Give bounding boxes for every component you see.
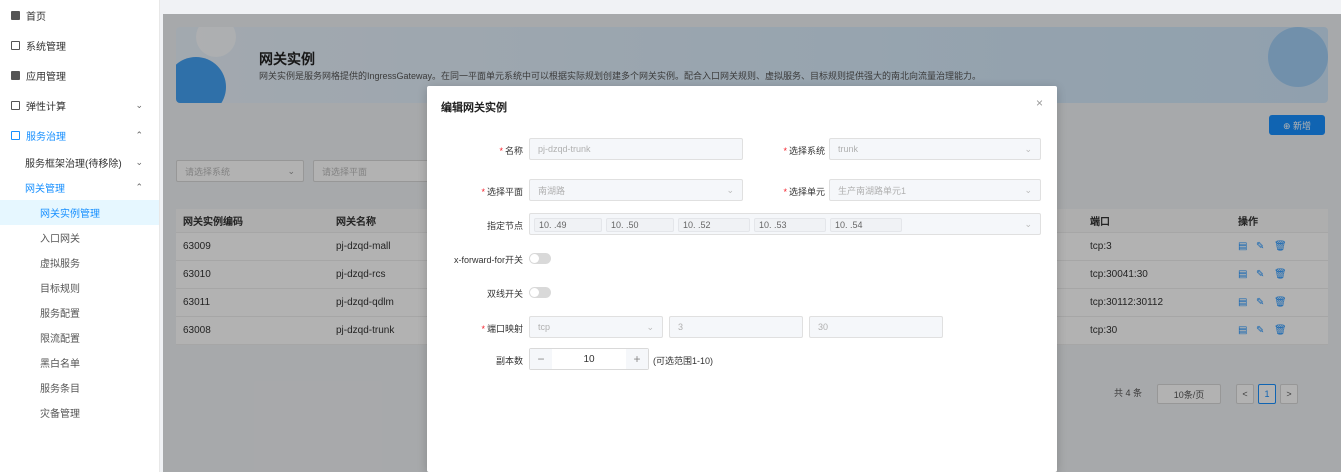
node-tag[interactable]: 10. .53 (754, 218, 826, 232)
toggle-knob (530, 288, 539, 297)
sidebar-item-rate-limit[interactable]: 限流配置 (0, 325, 159, 350)
nodes-label: 指定节点 (486, 221, 523, 231)
name-field[interactable]: pj-dzqd-trunk (529, 138, 743, 160)
sidebar-item-gateway-instance[interactable]: 网关实例管理 (0, 200, 159, 225)
node-tag[interactable]: 10. .49 (534, 218, 602, 232)
xff-label: x-forward-for开关 (453, 255, 523, 265)
sidebar-item-label: 服务治理 (26, 131, 66, 143)
dual-label: 双线开关 (486, 289, 523, 299)
sidebar-item-system[interactable]: 系统管理 (0, 30, 159, 60)
modal-title: 编辑网关实例 (441, 102, 507, 114)
plane-select[interactable]: 南湖路 ⌄ (529, 179, 743, 201)
increment-button[interactable]: + (626, 349, 648, 369)
replica-hint: (可选范围1-10) (653, 356, 714, 366)
name-label: * 名称 (499, 146, 523, 156)
sidebar-item-label: 虚拟服务 (40, 259, 80, 270)
system-select[interactable]: trunk ⌄ (829, 138, 1041, 160)
sidebar-item-label: 首页 (26, 11, 46, 23)
edit-gateway-modal: 编辑网关实例 × * 名称 pj-dzqd-trunk * 选择系统 trunk ⌄ … (427, 86, 1057, 472)
node-tag[interactable]: 10. .52 (678, 218, 750, 232)
nodes-multiselect[interactable]: 10. .49 10. .50 10. .52 10. .53 10. .54 … (529, 213, 1041, 235)
xff-toggle[interactable] (529, 253, 551, 264)
decrement-button[interactable]: − (530, 349, 552, 369)
sidebar-item-label: 目标规则 (40, 284, 80, 295)
chevron-down-icon: ⌄ (1024, 184, 1032, 195)
sidebar-item-ingress[interactable]: 入口网关 (0, 225, 159, 250)
sidebar-item-home[interactable]: 首页 (0, 0, 159, 30)
node-tag[interactable]: 10. .50 (606, 218, 674, 232)
sidebar-item-label: 服务条目 (40, 384, 80, 395)
grid-icon (10, 70, 20, 80)
port-out-field[interactable]: 30 (809, 316, 943, 338)
chevron-up-icon: ⌃ (135, 129, 143, 140)
sidebar-item-label: 灾备管理 (40, 409, 80, 420)
sidebar-item-service-entry[interactable]: 服务条目 (0, 375, 159, 400)
toggle-knob (530, 254, 539, 263)
replica-label: 副本数 (495, 356, 523, 366)
sidebar-item-label: 限流配置 (40, 334, 80, 345)
chart-icon (10, 100, 20, 110)
monitor-icon (10, 40, 20, 50)
sidebar-item-service-gov[interactable]: 服务治理 ⌃ (0, 120, 159, 150)
sidebar-item-label: 服务配置 (40, 309, 80, 320)
sidebar-item-label: 弹性计算 (26, 101, 66, 113)
port-in-field[interactable]: 3 (669, 316, 803, 338)
sidebar-item-label: 入口网关 (40, 234, 80, 245)
chevron-down-icon: ⌄ (646, 321, 654, 332)
chevron-down-icon: ⌄ (1024, 218, 1032, 229)
sidebar-item-label: 网关管理 (25, 184, 65, 195)
unit-select[interactable]: 生产南湖路单元1 ⌄ (829, 179, 1041, 201)
chevron-down-icon: ⌄ (1024, 143, 1032, 154)
chevron-down-icon: ⌄ (135, 99, 143, 110)
sidebar-item-elastic[interactable]: 弹性计算 ⌄ (0, 90, 159, 120)
dual-toggle[interactable] (529, 287, 551, 298)
sidebar-item-label: 网关实例管理 (40, 209, 100, 220)
chart-icon (10, 130, 20, 140)
unit-label: * 选择单元 (783, 187, 825, 197)
sidebar-item-label: 系统管理 (26, 41, 66, 53)
system-label: * 选择系统 (783, 146, 825, 156)
sidebar-item-app[interactable]: 应用管理 (0, 60, 159, 90)
close-icon[interactable]: × (1036, 96, 1043, 110)
replica-value[interactable]: 10 (552, 354, 626, 365)
sidebar-item-label: 黑白名单 (40, 359, 80, 370)
sidebar-item-service-config[interactable]: 服务配置 (0, 300, 159, 325)
sidebar-item-virtual-service[interactable]: 虚拟服务 (0, 250, 159, 275)
sidebar-item-dest-rule[interactable]: 目标规则 (0, 275, 159, 300)
replica-stepper[interactable]: − 10 + (529, 348, 649, 370)
sidebar: 首页 系统管理 应用管理 弹性计算 ⌄ 服务治理 ⌃ 服务框架治理(待移除) ⌄… (0, 0, 160, 472)
sidebar-item-label: 应用管理 (26, 71, 66, 83)
chevron-down-icon: ⌄ (135, 157, 143, 167)
chevron-up-icon: ⌃ (135, 182, 143, 192)
grid-icon (10, 10, 20, 20)
port-protocol-select[interactable]: tcp ⌄ (529, 316, 663, 338)
sidebar-item-gateway[interactable]: 网关管理 ⌃ (0, 175, 159, 200)
sidebar-item-disaster[interactable]: 灾备管理 (0, 400, 159, 425)
port-label: * 端口映射 (481, 324, 523, 334)
chevron-down-icon: ⌄ (726, 184, 734, 195)
sidebar-item-label: 服务框架治理(待移除) (25, 159, 122, 170)
plane-label: * 选择平面 (481, 187, 523, 197)
sidebar-item-framework[interactable]: 服务框架治理(待移除) ⌄ (0, 150, 159, 175)
node-tag[interactable]: 10. .54 (830, 218, 902, 232)
sidebar-item-blacklist[interactable]: 黑白名单 (0, 350, 159, 375)
